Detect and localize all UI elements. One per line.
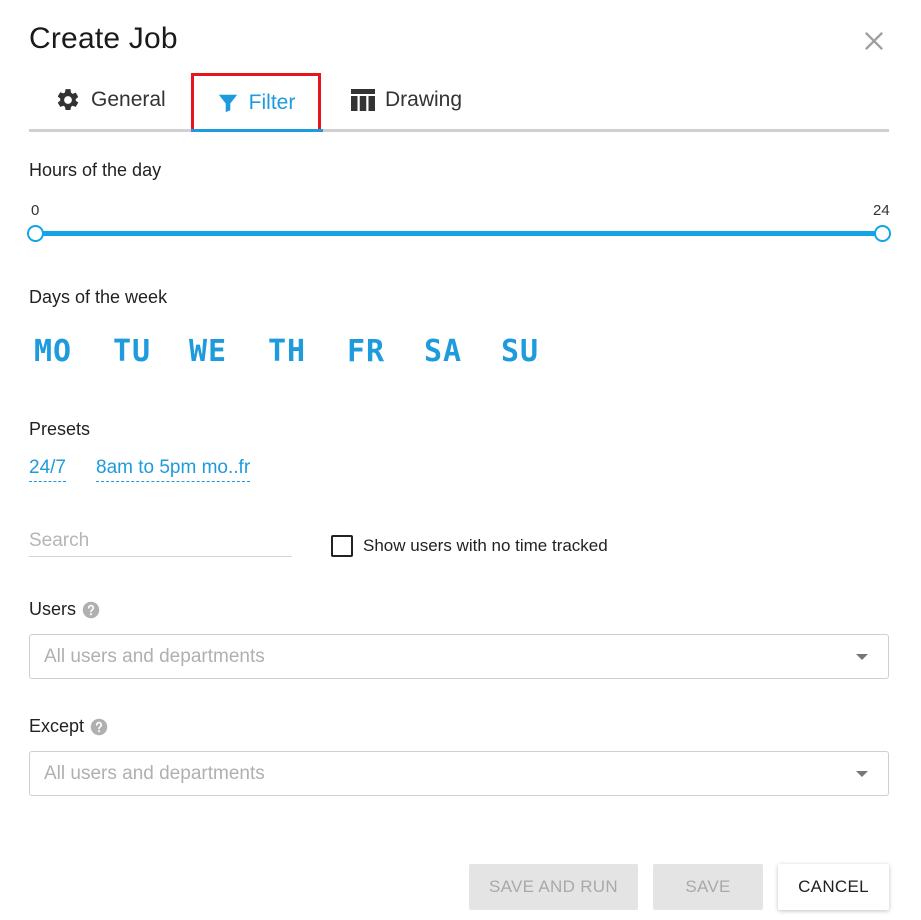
preset-business-hours-link[interactable]: 8am to 5pm mo..fr xyxy=(96,457,251,482)
tab-filter-label: Filter xyxy=(248,90,296,114)
gear-icon xyxy=(57,88,79,110)
hours-label: Hours of the day xyxy=(29,160,162,180)
hours-slider-track[interactable] xyxy=(35,231,882,236)
filter-icon xyxy=(218,94,237,112)
day-toggle-mo[interactable]: MO xyxy=(34,334,72,370)
help-icon[interactable] xyxy=(90,718,108,736)
help-icon[interactable] xyxy=(82,601,100,619)
day-toggle-tu[interactable]: TU xyxy=(113,334,151,370)
day-toggle-sa[interactable]: SA xyxy=(424,334,462,370)
day-toggle-we[interactable]: WE xyxy=(189,334,227,370)
day-toggle-su[interactable]: SU xyxy=(501,334,539,370)
save-and-run-button[interactable]: SAVE AND RUN xyxy=(469,864,638,910)
chevron-down-icon xyxy=(856,654,868,660)
days-label: Days of the week xyxy=(29,287,168,307)
close-button[interactable] xyxy=(860,27,888,55)
dialog-title: Create Job xyxy=(29,22,178,55)
presets-label: Presets xyxy=(29,419,91,439)
except-section-label: Except xyxy=(29,716,108,737)
day-toggle-th[interactable]: TH xyxy=(268,334,306,370)
tab-bar: General Filter Drawing xyxy=(29,70,889,132)
chevron-down-icon xyxy=(856,771,868,777)
show-no-time-checkbox[interactable] xyxy=(331,535,353,557)
day-toggle-fr[interactable]: FR xyxy=(347,334,385,370)
except-label: Except xyxy=(29,716,85,736)
hours-slider-max-handle[interactable] xyxy=(874,225,891,242)
search-input[interactable] xyxy=(29,526,292,557)
cancel-button[interactable]: CANCEL xyxy=(778,864,889,910)
table-icon xyxy=(351,88,375,111)
hours-max-label: 24 xyxy=(873,202,890,219)
active-tab-indicator xyxy=(191,129,323,132)
users-label: Users xyxy=(29,599,77,619)
close-icon xyxy=(865,32,883,50)
users-section-label: Users xyxy=(29,599,100,620)
save-button[interactable]: SAVE xyxy=(653,864,763,910)
tab-general[interactable]: General xyxy=(55,70,166,129)
hours-slider-min-handle[interactable] xyxy=(27,225,44,242)
users-select[interactable]: All users and departments xyxy=(29,634,889,679)
users-select-placeholder: All users and departments xyxy=(44,645,265,667)
tab-filter[interactable]: Filter xyxy=(191,73,321,132)
except-select[interactable]: All users and departments xyxy=(29,751,889,796)
hours-min-label: 0 xyxy=(31,202,40,219)
except-select-placeholder: All users and departments xyxy=(44,762,265,784)
tab-general-label: General xyxy=(91,87,166,111)
show-no-time-label: Show users with no time tracked xyxy=(363,536,608,555)
show-no-time-option[interactable]: Show users with no time tracked xyxy=(331,535,608,557)
preset-24-7-link[interactable]: 24/7 xyxy=(29,457,66,482)
tab-drawing-label: Drawing xyxy=(385,87,463,111)
tab-drawing[interactable]: Drawing xyxy=(351,70,462,129)
